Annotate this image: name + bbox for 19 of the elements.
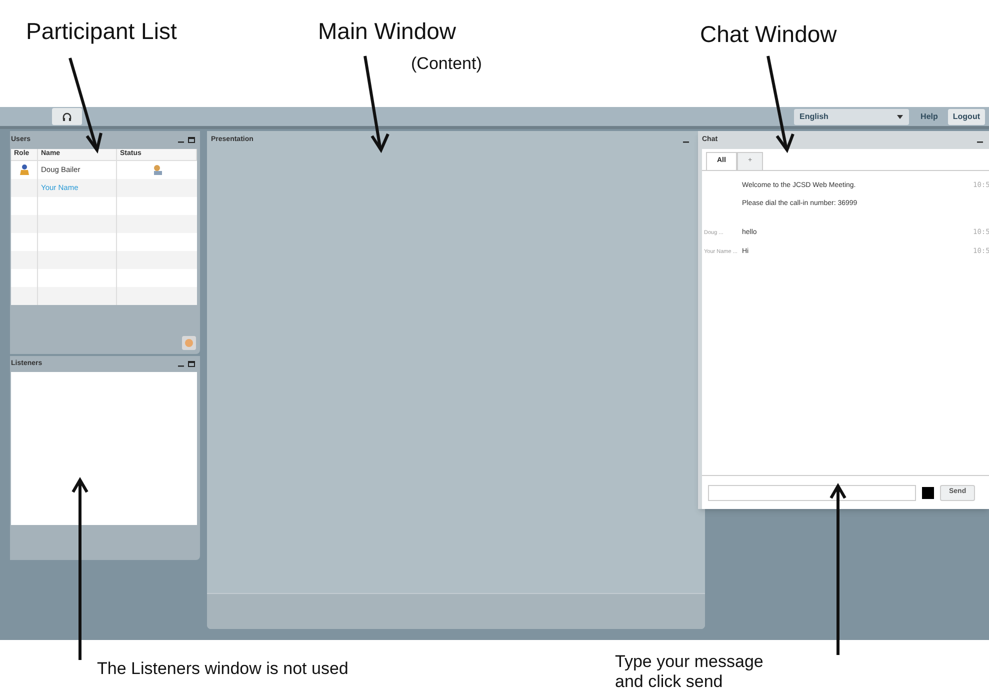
hand-icon (184, 338, 194, 348)
maximize-icon[interactable] (188, 137, 195, 143)
logout-button[interactable]: Logout (948, 108, 985, 124)
headset-button[interactable] (52, 108, 82, 125)
annotation-text: (Content) (411, 53, 482, 75)
annotation-text: Main Window (318, 17, 456, 46)
presenter-icon (152, 164, 162, 175)
annotation-text: The Listeners window is not used (97, 658, 348, 680)
annotation-text: Participant List (26, 17, 177, 46)
caret-icon (896, 114, 903, 118)
help-link[interactable]: Help (920, 110, 938, 122)
message-input[interactable] (708, 484, 916, 500)
color-picker[interactable] (922, 486, 934, 498)
annotation-text: Chat Window (700, 20, 837, 49)
headset-icon (62, 112, 72, 122)
language-dropdown[interactable]: English (794, 108, 909, 124)
annotation-text: Type your message and click send (615, 652, 764, 692)
maximize-icon[interactable] (188, 361, 195, 367)
moderator-icon (18, 164, 30, 175)
